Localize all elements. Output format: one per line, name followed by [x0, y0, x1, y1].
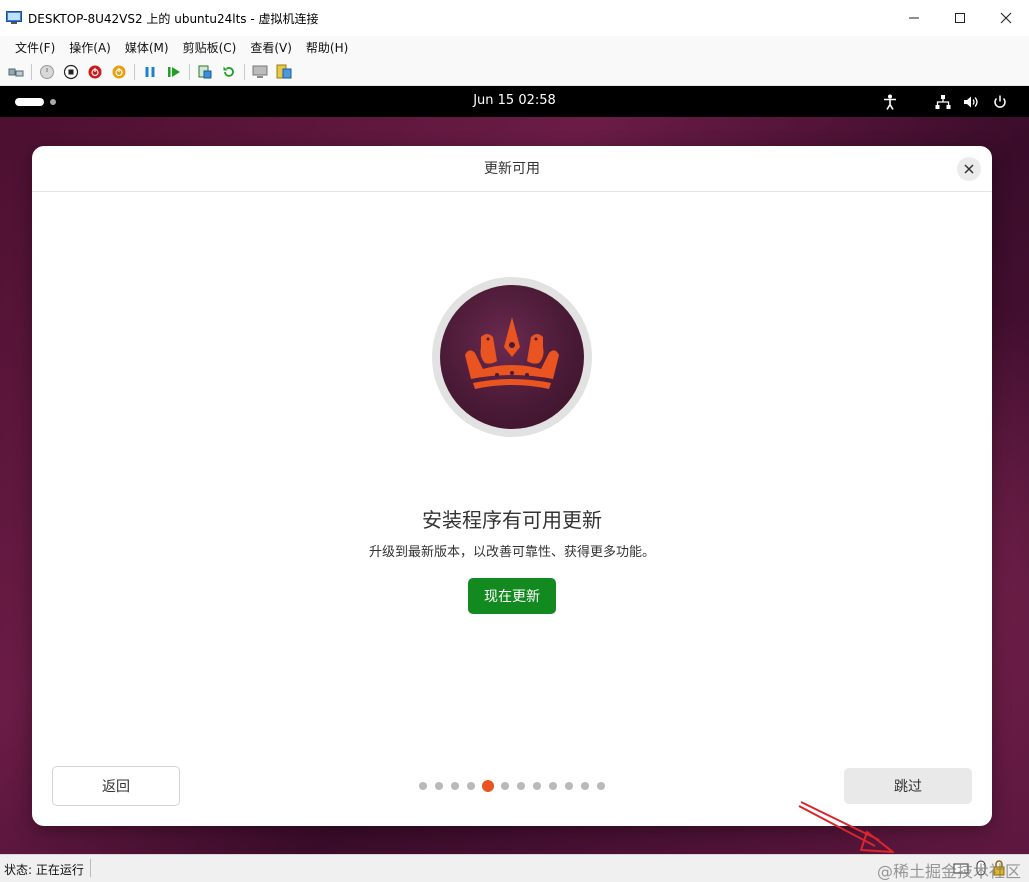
status-bar: 状态: 正在运行 @稀土掘金技术社区: [0, 854, 1029, 882]
vm-status: 状态: 正在运行: [4, 863, 84, 877]
close-icon: [1000, 12, 1012, 24]
minimize-button[interactable]: [891, 0, 937, 36]
watermark: @稀土掘金技术社区: [876, 862, 1021, 881]
page-dot: [501, 782, 509, 790]
gnome-top-bar: Jun 15 02:58: [0, 86, 1029, 117]
menu-help[interactable]: 帮助(H): [299, 39, 355, 56]
turn-off-icon[interactable]: [63, 64, 79, 80]
save-icon[interactable]: [111, 64, 127, 80]
page-dot: [517, 782, 525, 790]
logo-disc: [440, 285, 584, 429]
menu-bar: 文件(F) 操作(A) 媒体(M) 剪贴板(C) 查看(V) 帮助(H): [0, 36, 1029, 58]
page-dot: [565, 782, 573, 790]
power-icon[interactable]: [990, 92, 1010, 112]
update-description: 升级到最新版本，以改善可靠性、获得更多功能。: [368, 545, 655, 560]
close-window-button[interactable]: [983, 0, 1029, 36]
menu-file[interactable]: 文件(F): [8, 39, 62, 56]
update-now-button[interactable]: 现在更新: [468, 578, 556, 614]
page-dot: [597, 782, 605, 790]
vm-screen[interactable]: Jun 15 02:58 更新可用 安装程序有可用更新 升级到最新版本，以改善可…: [0, 86, 1029, 854]
toolbar: [0, 58, 1029, 86]
start-icon[interactable]: [39, 64, 55, 80]
page-dot: [451, 782, 459, 790]
toolbar-separator: [134, 63, 135, 80]
enhanced-session-icon[interactable]: [252, 64, 268, 80]
network-icon[interactable]: [933, 92, 953, 112]
menu-clipboard[interactable]: 剪贴板(C): [176, 39, 244, 56]
ubuntu-logo: [432, 277, 592, 437]
toolbar-separator: [189, 63, 190, 80]
page-dot: [467, 782, 475, 790]
shutdown-icon[interactable]: [87, 64, 103, 80]
dialog-close-button[interactable]: [957, 157, 981, 181]
ctrl-alt-del-icon[interactable]: [8, 64, 24, 80]
menu-action[interactable]: 操作(A): [62, 39, 118, 56]
page-dot: [435, 782, 443, 790]
clock[interactable]: Jun 15 02:58: [0, 93, 1029, 108]
menu-media[interactable]: 媒体(M): [118, 39, 176, 56]
accessibility-icon[interactable]: [880, 92, 900, 112]
window-titlebar: DESKTOP-8U42VS2 上的 ubuntu24lts - 虚拟机连接: [0, 0, 1029, 36]
crown-icon: [465, 317, 559, 389]
vm-connect-icon: [6, 11, 22, 24]
dialog-title: 更新可用: [484, 161, 540, 177]
update-dialog: 更新可用 安装程序有可用更新 升级到最新版本，以改善可靠性、获得更多功能。 现在…: [32, 146, 992, 826]
window-title: DESKTOP-8U42VS2 上的 ubuntu24lts - 虚拟机连接: [28, 11, 319, 26]
share-icon[interactable]: [276, 64, 292, 80]
menu-view[interactable]: 查看(V): [243, 39, 299, 56]
minimize-icon: [909, 17, 919, 19]
toolbar-separator: [31, 63, 32, 80]
close-icon: [964, 164, 974, 174]
page-dot: [581, 782, 589, 790]
toolbar-separator: [244, 63, 245, 80]
maximize-icon: [955, 13, 965, 23]
revert-icon[interactable]: [221, 64, 237, 80]
volume-icon[interactable]: [961, 92, 981, 112]
checkpoint-icon[interactable]: [197, 64, 213, 80]
status-separator: [90, 859, 91, 877]
page-dot-active: [482, 780, 494, 792]
page-dot: [549, 782, 557, 790]
annotation-arrow: [798, 801, 894, 853]
page-dot: [419, 782, 427, 790]
maximize-button[interactable]: [937, 0, 983, 36]
reset-icon[interactable]: [166, 64, 182, 80]
pause-icon[interactable]: [142, 64, 158, 80]
dialog-header: 更新可用: [32, 146, 992, 192]
page-dot: [533, 782, 541, 790]
update-headline: 安装程序有可用更新: [422, 508, 602, 532]
